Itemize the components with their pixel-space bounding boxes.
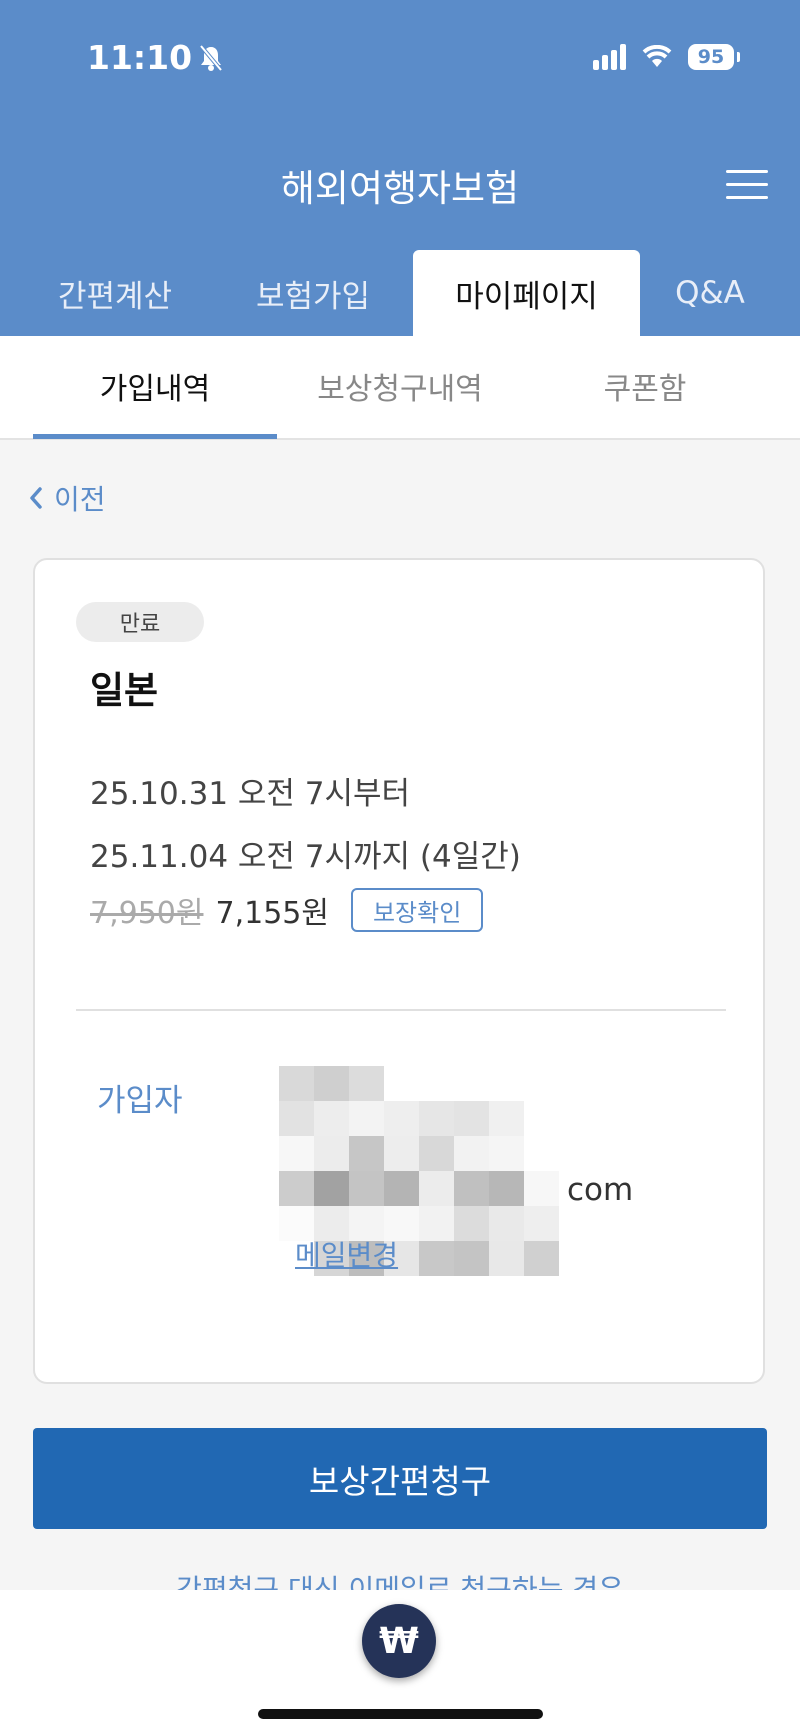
tab-insurance-join[interactable]: 보험가입 xyxy=(228,250,398,336)
status-time-text: 11:10 xyxy=(87,38,193,77)
tab-simple-calc[interactable]: 간편계산 xyxy=(30,250,200,336)
back-button[interactable]: 이전 xyxy=(28,478,106,518)
subscriber-label: 가입자 xyxy=(97,1083,183,1119)
price-row: 7,950원 7,155원 보장확인 xyxy=(90,888,484,932)
destination-title: 일본 xyxy=(90,669,159,712)
hamburger-menu-icon[interactable] xyxy=(726,170,768,200)
email-change-link[interactable]: 메일변경 xyxy=(295,1234,398,1274)
battery-level: 95 xyxy=(697,46,725,68)
bell-muted-icon xyxy=(199,44,223,71)
quick-claim-button[interactable]: 보상간편청구 xyxy=(33,1428,767,1529)
original-price: 7,950원 xyxy=(90,896,204,931)
period-start: 25.10.31 오전 7시부터 xyxy=(90,776,411,812)
battery-icon: 95 xyxy=(688,44,740,70)
subtab-coupons[interactable]: 쿠폰함 xyxy=(540,336,750,436)
chevron-left-icon xyxy=(30,487,42,509)
subtab-claims-history[interactable]: 보상청구내역 xyxy=(290,336,510,436)
active-subtab-indicator xyxy=(33,434,277,439)
status-indicators: 95 xyxy=(593,44,740,70)
tab-mypage[interactable]: 마이페이지 xyxy=(413,250,640,336)
coverage-check-button[interactable]: 보장확인 xyxy=(350,888,484,932)
won-currency-button[interactable]: ₩ xyxy=(362,1604,436,1678)
divider xyxy=(76,1009,726,1011)
main-tabs: 간편계산 보험가입 마이페이지 Q&A xyxy=(0,250,800,336)
subtab-subscriptions[interactable]: 가입내역 xyxy=(33,336,277,436)
tab-qa[interactable]: Q&A xyxy=(660,250,760,336)
won-icon: ₩ xyxy=(379,1620,419,1662)
final-price: 7,155원 xyxy=(215,896,329,931)
wifi-icon xyxy=(642,45,672,67)
back-label: 이전 xyxy=(54,483,106,516)
cellular-signal-icon xyxy=(593,44,626,70)
app-header: 11:10 95 해외여행자보험 간편계산 보험가입 마이페이지 Q&A xyxy=(0,0,800,336)
status-time: 11:10 xyxy=(87,38,224,77)
subscription-card: 만료 일본 25.10.31 오전 7시부터 25.11.04 오전 7시까지 … xyxy=(33,558,765,1384)
sub-tabs: 가입내역 보상청구내역 쿠폰함 xyxy=(0,336,800,440)
status-badge: 만료 xyxy=(76,602,204,642)
app-title: 해외여행자보험 xyxy=(280,167,520,210)
email-suffix: com xyxy=(567,1172,634,1208)
period-end: 25.11.04 오전 7시까지 (4일간) xyxy=(90,839,521,875)
home-indicator xyxy=(258,1709,543,1719)
